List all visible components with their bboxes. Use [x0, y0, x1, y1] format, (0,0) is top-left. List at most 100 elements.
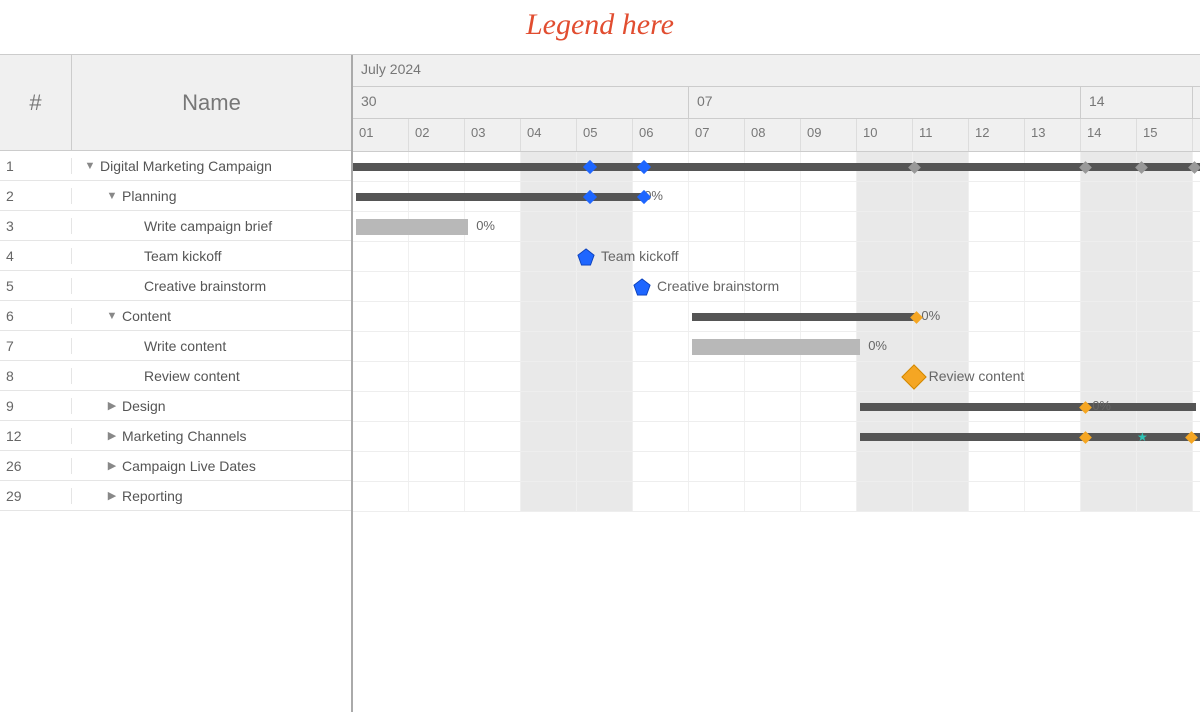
- task-number: 5: [0, 278, 72, 294]
- task-row[interactable]: 29▶Reporting: [0, 481, 351, 511]
- day-label: 01: [353, 119, 409, 151]
- gantt-container: # Name 1▼Digital Marketing Campaign2▼Pla…: [0, 54, 1200, 712]
- timeline-pane[interactable]: July 2024 300714 01020304050607080910111…: [353, 55, 1200, 712]
- timeline-row[interactable]: 0%: [353, 332, 1200, 362]
- column-header-name[interactable]: Name: [72, 55, 351, 150]
- week-label: 30: [353, 87, 689, 118]
- timeline-row[interactable]: 0%: [353, 302, 1200, 332]
- timeline-row[interactable]: Creative brainstorm: [353, 272, 1200, 302]
- timeline-row[interactable]: [353, 482, 1200, 512]
- day-label: 10: [857, 119, 913, 151]
- expand-icon[interactable]: ▶: [106, 459, 118, 472]
- task-row[interactable]: 6▼Content: [0, 301, 351, 331]
- task-row[interactable]: 26 ▶ Campaign Live Dates: [0, 451, 351, 481]
- task-row[interactable]: 1▼Digital Marketing Campaign: [0, 151, 351, 181]
- task-name: Digital Marketing Campaign: [100, 158, 272, 174]
- day-label: 04: [521, 119, 577, 151]
- collapse-icon[interactable]: ▼: [106, 190, 118, 202]
- milestone-diamond-icon[interactable]: [901, 364, 926, 389]
- task-name-cell: ▶Design: [72, 398, 351, 414]
- milestone-label: Review content: [929, 368, 1025, 384]
- day-label: 08: [745, 119, 801, 151]
- timeline-grid[interactable]: 0% 0% Team kickoff Creative brainstorm 0% 0% R…: [353, 152, 1200, 712]
- timeline-row[interactable]: [353, 452, 1200, 482]
- task-name: Reporting: [122, 488, 183, 504]
- task-name: Planning: [122, 188, 177, 204]
- expand-icon[interactable]: ▶: [106, 489, 118, 502]
- timeline-row[interactable]: ★: [353, 422, 1200, 452]
- task-row[interactable]: 5Creative brainstorm: [0, 271, 351, 301]
- day-label: 12: [969, 119, 1025, 151]
- task-row[interactable]: 12 ▶ Marketing Channels: [0, 421, 351, 451]
- day-label: 03: [465, 119, 521, 151]
- timeline-row[interactable]: Team kickoff: [353, 242, 1200, 272]
- task-name: Review content: [144, 368, 240, 384]
- week-label: 14: [1081, 87, 1193, 118]
- task-rows: 1▼Digital Marketing Campaign2▼Planning3W…: [0, 151, 351, 511]
- summary-bar[interactable]: [860, 403, 1196, 411]
- day-label: 11: [913, 119, 969, 151]
- task-list-pane: # Name 1▼Digital Marketing Campaign2▼Pla…: [0, 55, 353, 712]
- day-label: 13: [1025, 119, 1081, 151]
- task-name-cell: ▼ Content: [72, 308, 351, 324]
- day-label: 15: [1137, 119, 1193, 151]
- task-number: 12: [0, 428, 72, 444]
- task-row[interactable]: 3Write campaign brief: [0, 211, 351, 241]
- task-bar[interactable]: [356, 219, 468, 235]
- task-name-cell: ▶ Reporting: [72, 488, 351, 504]
- task-row[interactable]: 4 Team kickoff: [0, 241, 351, 271]
- milestone-pentagon-icon[interactable]: [633, 278, 651, 296]
- task-name: Content: [122, 308, 171, 324]
- task-name: Write content: [144, 338, 226, 354]
- task-name: Team kickoff: [144, 248, 222, 264]
- task-number: 26: [0, 458, 72, 474]
- task-row[interactable]: 9▶Design: [0, 391, 351, 421]
- task-row[interactable]: 8Review content: [0, 361, 351, 391]
- milestone-label: Creative brainstorm: [657, 278, 779, 294]
- timeline-row[interactable]: 0%: [353, 182, 1200, 212]
- task-number: 3: [0, 218, 72, 234]
- week-label: 07: [689, 87, 1081, 118]
- progress-label: 0%: [476, 218, 495, 233]
- task-name-cell: ▼ Digital Marketing Campaign: [72, 158, 351, 174]
- summary-bar[interactable]: [353, 163, 1200, 171]
- task-name-cell: ▶ Campaign Live Dates: [72, 458, 351, 474]
- task-list-header: # Name: [0, 55, 351, 151]
- task-name: Campaign Live Dates: [122, 458, 256, 474]
- task-number: 2: [0, 188, 72, 204]
- progress-label: 0%: [921, 308, 940, 323]
- timeline-header: July 2024 300714 01020304050607080910111…: [353, 55, 1200, 152]
- timeline-row[interactable]: [353, 152, 1200, 182]
- timeline-row[interactable]: 0%: [353, 392, 1200, 422]
- day-label: 07: [689, 119, 745, 151]
- collapse-icon[interactable]: ▼: [84, 160, 96, 172]
- milestone-pentagon-icon[interactable]: [577, 248, 595, 266]
- expand-icon[interactable]: ▶: [106, 399, 118, 412]
- summary-bar[interactable]: [356, 193, 642, 201]
- task-row[interactable]: 2 ▼ Planning: [0, 181, 351, 211]
- progress-label: 0%: [1092, 398, 1111, 413]
- expand-icon[interactable]: ▶: [106, 429, 118, 442]
- timeline-row[interactable]: 0%: [353, 212, 1200, 242]
- summary-bar[interactable]: [860, 433, 1200, 441]
- task-row[interactable]: 7Write content: [0, 331, 351, 361]
- day-label: 14: [1081, 119, 1137, 151]
- task-number: 9: [0, 398, 72, 414]
- task-name-cell: ▼ Planning: [72, 188, 351, 204]
- task-name-cell: ▶ Marketing Channels: [72, 428, 351, 444]
- task-name-cell: Write campaign brief: [72, 218, 351, 234]
- weeks-row: 300714: [353, 87, 1200, 119]
- timeline-row[interactable]: Review content: [353, 362, 1200, 392]
- progress-label: 0%: [868, 338, 887, 353]
- task-name-cell: Creative brainstorm: [72, 278, 351, 294]
- collapse-icon[interactable]: ▼: [106, 310, 118, 322]
- days-row: 010203040506070809101112131415: [353, 119, 1200, 151]
- page-title: Legend here: [0, 0, 1200, 54]
- task-number: 4: [0, 248, 72, 264]
- day-label: 05: [577, 119, 633, 151]
- column-header-number[interactable]: #: [0, 55, 72, 150]
- task-name: Marketing Channels: [122, 428, 247, 444]
- marker-star-icon[interactable]: ★: [1137, 430, 1148, 444]
- summary-bar[interactable]: [692, 313, 916, 321]
- task-bar[interactable]: [692, 339, 860, 355]
